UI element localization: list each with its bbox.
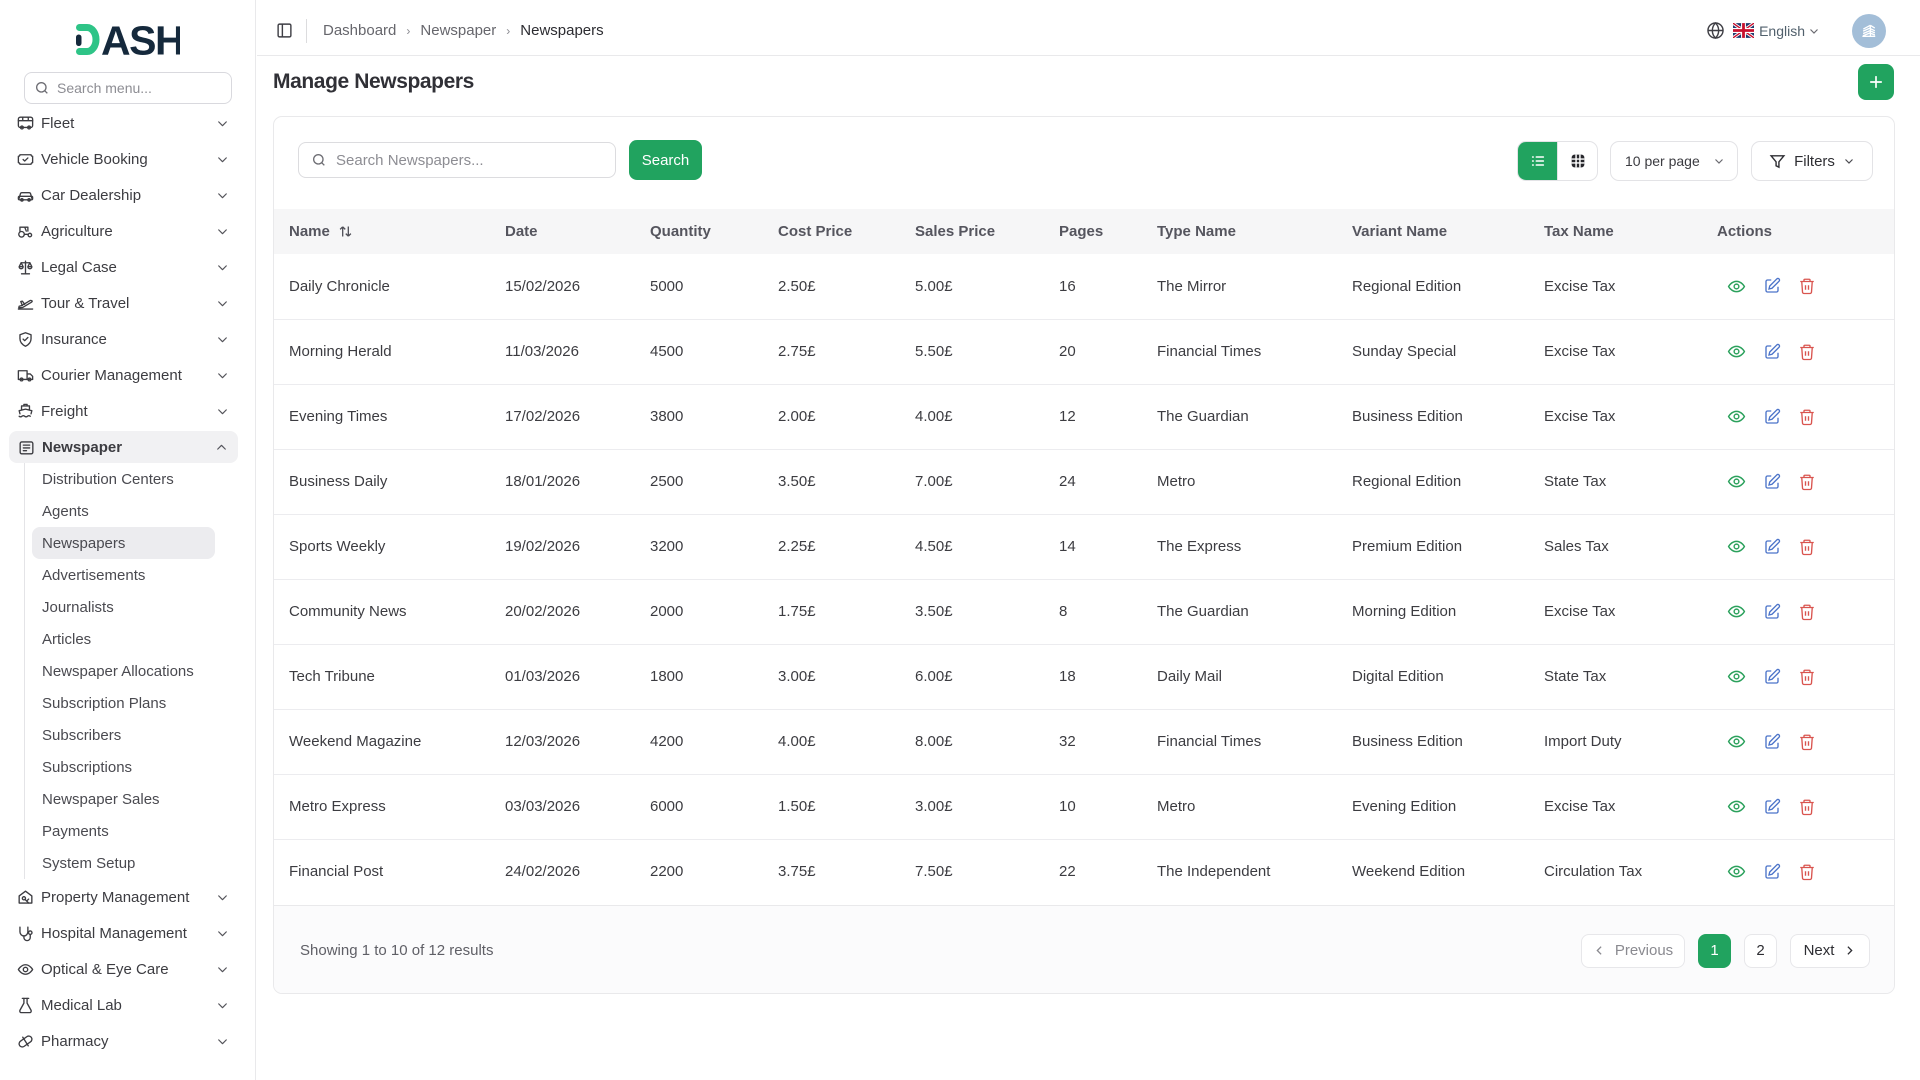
svg-text:ASH: ASH bbox=[101, 24, 180, 56]
